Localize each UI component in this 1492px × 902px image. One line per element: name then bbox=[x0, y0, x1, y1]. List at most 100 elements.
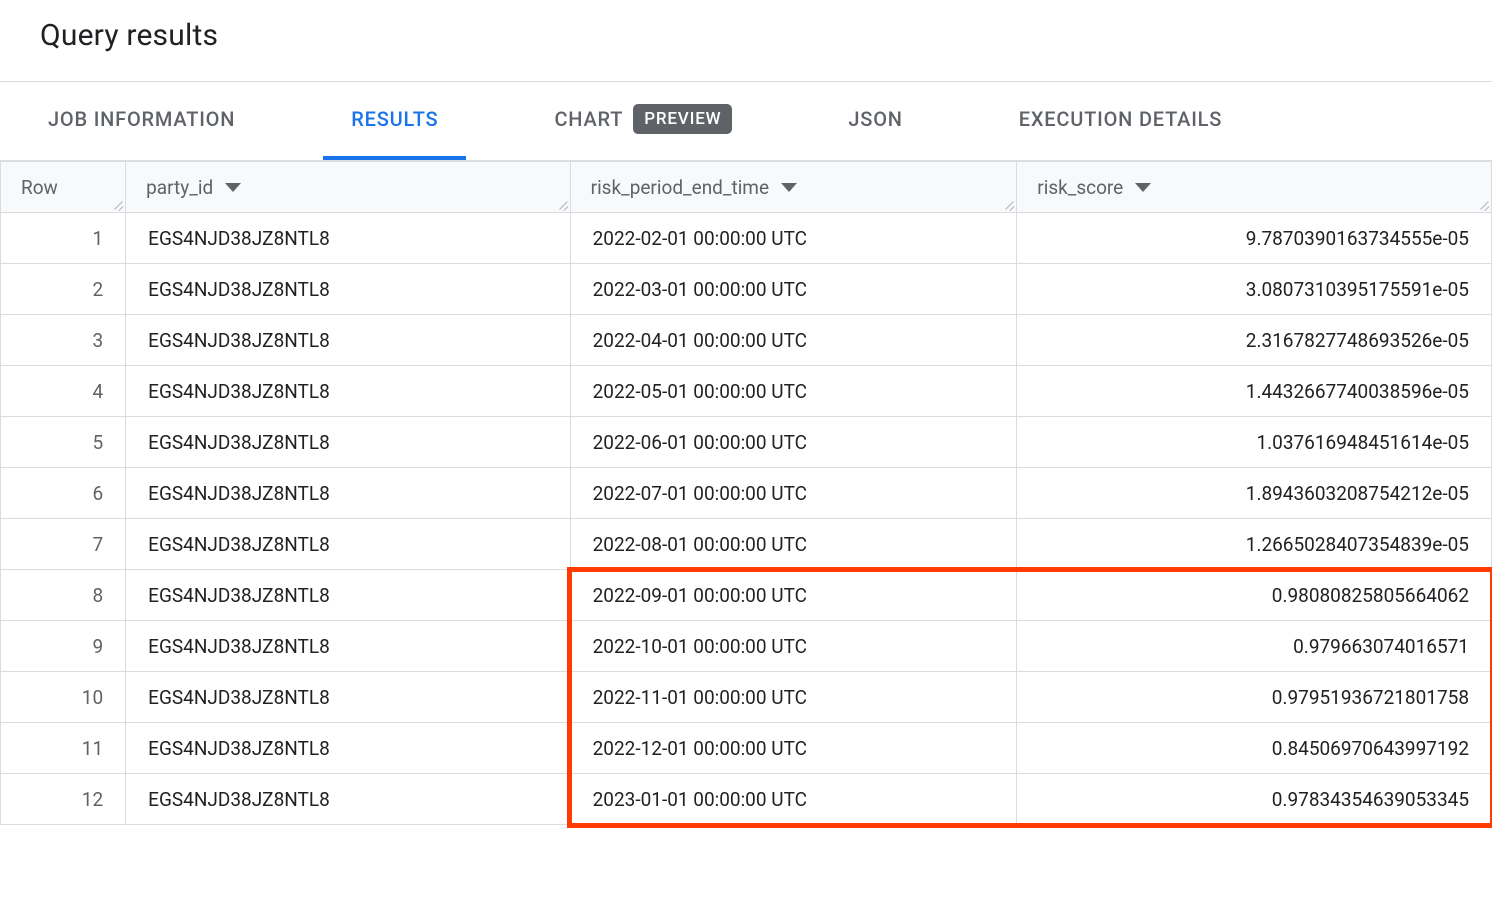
cell-party-id: EGS4NJD38JZ8NTL8 bbox=[126, 570, 570, 621]
cell-row-number: 7 bbox=[1, 519, 126, 570]
cell-risk-period-end-time: 2022-03-01 00:00:00 UTC bbox=[570, 264, 1017, 315]
cell-risk-score: 0.979663074016571 bbox=[1017, 621, 1492, 672]
cell-risk-score: 0.97951936721801758 bbox=[1017, 672, 1492, 723]
cell-value: 9.7870390163734555e-05 bbox=[1246, 227, 1469, 250]
table-row: 9 EGS4NJD38JZ8NTL8 2022-10-01 00:00:00 UTC… bbox=[1, 621, 1492, 672]
column-label: risk_score bbox=[1037, 176, 1123, 199]
cell-party-id: EGS4NJD38JZ8NTL8 bbox=[126, 519, 570, 570]
cell-risk-score: 0.98080825805664062 bbox=[1017, 570, 1492, 621]
column-label: party_id bbox=[146, 176, 213, 199]
cell-row-number: 10 bbox=[1, 672, 126, 723]
cell-value: EGS4NJD38JZ8NTL8 bbox=[148, 431, 330, 454]
cell-value: EGS4NJD38JZ8NTL8 bbox=[148, 278, 330, 301]
resize-handle-icon[interactable] bbox=[1479, 200, 1489, 210]
cell-value: 6 bbox=[92, 482, 103, 505]
table-row: 12EGS4NJD38JZ8NTL82023-01-01 00:00:00 UT… bbox=[1, 774, 1492, 825]
cell-risk-score: 2.3167827748693526e-05 bbox=[1017, 315, 1492, 366]
cell-row-number: 11 bbox=[1, 723, 126, 774]
cell-value: 0.979663074016571 bbox=[1293, 635, 1469, 658]
cell-value: 1 bbox=[92, 227, 103, 250]
tab-chart[interactable]: CHART PREVIEW bbox=[526, 82, 760, 160]
dropdown-arrow-icon[interactable] bbox=[781, 183, 797, 192]
cell-party-id: EGS4NJD38JZ8NTL8 bbox=[126, 468, 570, 519]
dropdown-arrow-icon[interactable] bbox=[225, 183, 241, 192]
tab-json[interactable]: JSON bbox=[820, 82, 930, 160]
tab-label: JOB INFORMATION bbox=[48, 107, 235, 131]
results-table: Row party_id risk_period_end_time risk_s… bbox=[0, 161, 1492, 825]
cell-risk-score: 0.97834354639053345 bbox=[1017, 774, 1492, 825]
table-row: 2EGS4NJD38JZ8NTL82022-03-01 00:00:00 UTC… bbox=[1, 264, 1492, 315]
tab-label: JSON bbox=[848, 107, 902, 131]
cell-party-id: EGS4NJD38JZ8NTL8 bbox=[126, 366, 570, 417]
table-row: 1 EGS4NJD38JZ8NTL8 2022-02-01 00:00:00 UTC… bbox=[1, 213, 1492, 264]
cell-row-number: 8 bbox=[1, 570, 126, 621]
table-row: 8 EGS4NJD38JZ8NTL8 2022-09-01 00:00:00 UTC… bbox=[1, 570, 1492, 621]
cell-value: 2022-12-01 00:00:00 UTC bbox=[593, 737, 807, 760]
column-header-risk-score[interactable]: risk_score bbox=[1017, 162, 1492, 213]
resize-handle-icon[interactable] bbox=[558, 200, 568, 210]
cell-party-id: EGS4NJD38JZ8NTL8 bbox=[126, 417, 570, 468]
tab-label: EXECUTION DETAILS bbox=[1019, 107, 1222, 131]
tab-results[interactable]: RESULTS bbox=[323, 82, 466, 160]
column-label: risk_period_end_time bbox=[591, 176, 769, 199]
cell-risk-score: 9.7870390163734555e-05 bbox=[1017, 213, 1492, 264]
cell-risk-period-end-time: 2022-06-01 00:00:00 UTC bbox=[570, 417, 1017, 468]
cell-value: 2022-05-01 00:00:00 UTC bbox=[593, 380, 807, 403]
cell-value: 0.97834354639053345 bbox=[1272, 788, 1469, 811]
tab-label: CHART bbox=[554, 107, 623, 131]
cell-risk-score: 1.8943603208754212e-05 bbox=[1017, 468, 1492, 519]
cell-value: 2.3167827748693526e-05 bbox=[1246, 329, 1469, 352]
cell-risk-score: 0.84506970643997192 bbox=[1017, 723, 1492, 774]
cell-value: EGS4NJD38JZ8NTL8 bbox=[148, 737, 330, 760]
cell-value: 1.4432667740038596e-05 bbox=[1246, 380, 1469, 403]
cell-party-id: EGS4NJD38JZ8NTL8 bbox=[126, 723, 570, 774]
cell-value: 1.037616948451614e-05 bbox=[1256, 431, 1469, 454]
cell-value: 1.8943603208754212e-05 bbox=[1246, 482, 1469, 505]
dropdown-arrow-icon[interactable] bbox=[1135, 183, 1151, 192]
cell-risk-period-end-time: 2022-07-01 00:00:00 UTC bbox=[570, 468, 1017, 519]
cell-value: 2022-07-01 00:00:00 UTC bbox=[593, 482, 807, 505]
cell-risk-period-end-time: 2022-04-01 00:00:00 UTC bbox=[570, 315, 1017, 366]
cell-value: EGS4NJD38JZ8NTL8 bbox=[148, 533, 330, 556]
cell-value: 2022-02-01 00:00:00 UTC bbox=[593, 227, 807, 250]
cell-value: 3 bbox=[92, 329, 103, 352]
cell-row-number: 12 bbox=[1, 774, 126, 825]
cell-value: 2022-09-01 00:00:00 UTC bbox=[593, 584, 807, 607]
cell-party-id: EGS4NJD38JZ8NTL8 bbox=[126, 672, 570, 723]
page-title: Query results bbox=[40, 18, 1452, 53]
cell-party-id: EGS4NJD38JZ8NTL8 bbox=[126, 774, 570, 825]
cell-party-id: EGS4NJD38JZ8NTL8 bbox=[126, 621, 570, 672]
column-header-party-id[interactable]: party_id bbox=[126, 162, 570, 213]
preview-badge: PREVIEW bbox=[633, 104, 732, 134]
cell-value: 12 bbox=[82, 788, 103, 811]
tab-label: RESULTS bbox=[351, 107, 438, 131]
cell-value: 5 bbox=[92, 431, 103, 454]
results-table-wrap: Row party_id risk_period_end_time risk_s… bbox=[0, 161, 1492, 825]
table-row: 6 EGS4NJD38JZ8NTL8 2022-07-01 00:00:00 UTC… bbox=[1, 468, 1492, 519]
cell-value: 7 bbox=[92, 533, 103, 556]
tab-job-information[interactable]: JOB INFORMATION bbox=[20, 82, 263, 160]
table-row: 10EGS4NJD38JZ8NTL8 2022-11-01 00:00:00 UT… bbox=[1, 672, 1492, 723]
table-row: 7 EGS4NJD38JZ8NTL8 2022-08-01 00:00:00 UTC… bbox=[1, 519, 1492, 570]
cell-row-number: 4 bbox=[1, 366, 126, 417]
cell-value: 9 bbox=[92, 635, 103, 658]
cell-risk-period-end-time: 2022-11-01 00:00:00 UTC bbox=[570, 672, 1017, 723]
tab-execution-details[interactable]: EXECUTION DETAILS bbox=[991, 82, 1250, 160]
cell-value: 2022-11-01 00:00:00 UTC bbox=[593, 686, 807, 709]
cell-risk-period-end-time: 2022-08-01 00:00:00 UTC bbox=[570, 519, 1017, 570]
column-header-risk-period-end-time[interactable]: risk_period_end_time bbox=[570, 162, 1017, 213]
cell-value: EGS4NJD38JZ8NTL8 bbox=[148, 482, 330, 505]
resize-handle-icon[interactable] bbox=[1004, 200, 1014, 210]
cell-value: 2022-08-01 00:00:00 UTC bbox=[593, 533, 807, 556]
cell-risk-period-end-time: 2022-02-01 00:00:00 UTC bbox=[570, 213, 1017, 264]
cell-value: 2022-06-01 00:00:00 UTC bbox=[593, 431, 807, 454]
column-header-row[interactable]: Row bbox=[1, 162, 126, 213]
column-label: Row bbox=[21, 176, 58, 199]
cell-row-number: 6 bbox=[1, 468, 126, 519]
cell-value: EGS4NJD38JZ8NTL8 bbox=[148, 584, 330, 607]
cell-value: EGS4NJD38JZ8NTL8 bbox=[148, 227, 330, 250]
cell-value: 4 bbox=[92, 380, 103, 403]
cell-value: 2022-10-01 00:00:00 UTC bbox=[593, 635, 807, 658]
cell-risk-score: 3.0807310395175591e-05 bbox=[1017, 264, 1492, 315]
resize-handle-icon[interactable] bbox=[113, 200, 123, 210]
